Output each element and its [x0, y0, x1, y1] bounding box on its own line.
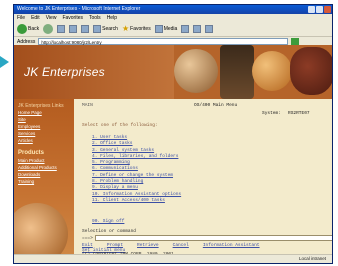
sidebar-link-employees[interactable]: Employees [18, 124, 74, 130]
back-icon [17, 24, 27, 34]
baseball-image [14, 203, 68, 257]
back-button[interactable]: Back [17, 24, 39, 34]
window-controls [308, 6, 331, 13]
stop-icon[interactable] [57, 25, 66, 33]
maximize-button[interactable] [316, 6, 323, 13]
option-client-access[interactable]: 11. Client Access/400 tasks [92, 198, 252, 204]
menu-file[interactable]: File [17, 14, 25, 22]
go-button[interactable] [291, 38, 300, 45]
screen-id: MAIN [82, 103, 93, 108]
search-button[interactable]: Search [93, 25, 118, 33]
status-bar: Local intranet [14, 254, 332, 263]
football-image [290, 47, 332, 95]
selection-label: Selection or command [82, 229, 137, 234]
sidebar-link-services[interactable]: Services [18, 131, 74, 137]
search-icon [93, 25, 102, 33]
sidebar-link-additional-products[interactable]: Additional Products [18, 165, 74, 171]
mail-icon[interactable] [193, 25, 202, 33]
site-title: JK Enterprises [24, 65, 105, 79]
address-label: Address [17, 38, 36, 45]
title-bar: Welcome to JK Enterprises - Microsoft In… [14, 5, 332, 14]
close-button[interactable] [324, 6, 331, 13]
system-label: System: [262, 111, 281, 116]
fkey-retrieve[interactable]: Retrieve [137, 243, 159, 248]
sign-off-link[interactable]: 90. Sign off [92, 219, 124, 224]
pointer-arrow-icon [0, 56, 9, 68]
home-icon[interactable] [81, 25, 90, 33]
basketball-image [252, 51, 292, 91]
menu-options: 1. User tasks 2. Office tasks 3. General… [92, 135, 252, 204]
fkey-information-assistant[interactable]: Information Assistant [203, 243, 260, 248]
minimize-button[interactable] [308, 6, 315, 13]
menu-view[interactable]: View [46, 14, 57, 22]
media-button[interactable]: Media [154, 25, 177, 33]
menu-help[interactable]: Help [107, 14, 117, 22]
favorites-button[interactable]: ★ Favorites [122, 25, 151, 33]
address-input[interactable]: http://localhost:9080/jr2/Lentry [38, 38, 289, 45]
sidebar-link-training[interactable]: Training [18, 179, 74, 185]
media-icon [154, 25, 163, 33]
command-prefix: ===> [82, 235, 93, 241]
sidebar-link-main-product[interactable]: Main Product [18, 158, 74, 164]
sidebar-link-downloads[interactable]: Downloads [18, 172, 74, 178]
sidebar-products-title: Products [18, 150, 45, 156]
sidebar-link-articles[interactable]: Articles [18, 138, 74, 144]
fkey-cancel[interactable]: Cancel [173, 243, 189, 248]
refresh-icon[interactable] [69, 25, 78, 33]
history-icon[interactable] [181, 25, 190, 33]
command-row: ===> [82, 235, 332, 241]
sidebar-link-home[interactable]: Home Page [18, 110, 74, 116]
menu-bar: File Edit View Favorites Tools Help [14, 14, 332, 22]
baseball-glove-image [174, 49, 218, 93]
bat-image [220, 45, 254, 99]
menu-favorites[interactable]: Favorites [62, 14, 83, 22]
page-viewport: JK Enterprises JK Enterprises Links Home… [14, 45, 332, 257]
sidebar-link-site[interactable]: Site [18, 117, 74, 123]
menu-tools[interactable]: Tools [89, 14, 101, 22]
favorites-star-icon: ★ [121, 24, 130, 33]
select-prompt: Select one of the following: [82, 123, 158, 128]
command-input[interactable] [94, 235, 332, 241]
window-title: Welcome to JK Enterprises - Microsoft In… [17, 6, 141, 12]
security-zone: Local intranet [298, 256, 326, 261]
menu-title: OS/400 Main Menu [194, 103, 238, 108]
site-banner: JK Enterprises [14, 45, 332, 99]
forward-icon [43, 24, 54, 34]
browser-window: Welcome to JK Enterprises - Microsoft In… [13, 4, 333, 264]
menu-edit[interactable]: Edit [31, 14, 40, 22]
sidebar: JK Enterprises Links Home Page Site Empl… [14, 99, 74, 257]
sidebar-links-title: JK Enterprises Links [18, 103, 64, 109]
print-icon[interactable] [205, 25, 214, 33]
forward-button[interactable] [43, 24, 54, 34]
system-value: RS2RTE07 [288, 111, 310, 116]
toolbar: Back Search ★ Favorites Media [14, 22, 332, 37]
main-content: MAIN OS/400 Main Menu System: RS2RTE07 S… [78, 99, 332, 257]
